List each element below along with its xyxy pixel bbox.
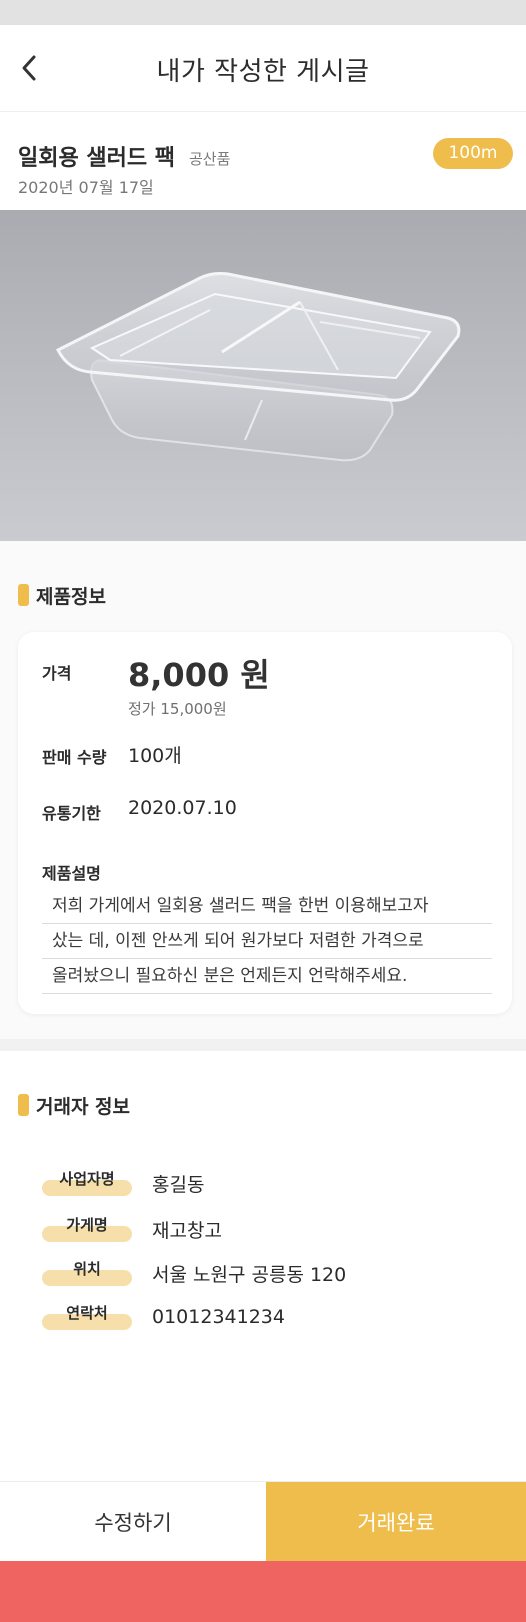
section-title: 제품정보 (36, 585, 106, 608)
seller-value: 재고창고 (152, 1219, 222, 1242)
salad-container-image (55, 272, 461, 462)
post-title: 일회용 샐러드 팩 (18, 146, 175, 171)
section-title: 거래자 정보 (36, 1095, 131, 1118)
seller-value: 홍길동 (152, 1173, 205, 1196)
quantity-label: 판매 수량 (42, 748, 107, 767)
description-line: 올려놨으니 필요하신 분은 언제든지 언락해주세요. (42, 959, 492, 994)
post-header: 일회용 샐러드 팩 공산품 2020년 07월 17일 100m (0, 112, 526, 210)
seller-label: 사업자명 (42, 1168, 132, 1198)
description-label: 제품설명 (42, 864, 101, 883)
seller-row-business-name: 사업자명 홍길동 (42, 1168, 204, 1198)
expiry-label: 유통기한 (42, 804, 101, 823)
original-price: 정가 15,000원 (128, 700, 227, 718)
price-label: 가격 (42, 664, 72, 683)
expiry-value: 2020.07.10 (128, 797, 237, 819)
seller-row-store-name: 가게명 재고창고 (42, 1214, 222, 1244)
description-line: 샀는 데, 이젠 안쓰게 되어 원가보다 저렴한 가격으로 (42, 924, 492, 959)
complete-trade-button[interactable]: 거래완료 (266, 1482, 526, 1562)
price-value: 8,000 원 (128, 656, 270, 694)
seller-label: 가게명 (42, 1214, 132, 1244)
section-divider (0, 1039, 526, 1051)
edit-button[interactable]: 수정하기 (0, 1482, 266, 1562)
product-info-card: 가격 8,000 원 정가 15,000원 판매 수량 100개 유통기한 20… (18, 632, 512, 1014)
seller-value: 서울 노원구 공릉동 120 (152, 1263, 347, 1286)
post-category: 공산품 (189, 150, 231, 168)
section-marker (18, 1094, 29, 1116)
bottom-strip (0, 1561, 526, 1622)
bottom-action-bar: 수정하기 거래완료 (0, 1481, 526, 1562)
seller-label: 위치 (42, 1258, 132, 1288)
distance-badge: 100m (433, 138, 513, 169)
page: 내가 작성한 게시글 일회용 샐러드 팩 공산품 2020년 07월 17일 1… (0, 0, 526, 1622)
product-image[interactable] (0, 210, 526, 541)
quantity-value: 100개 (128, 745, 182, 767)
seller-label: 연락처 (42, 1302, 132, 1332)
seller-row-contact: 연락처 01012341234 (42, 1302, 285, 1332)
status-bar (0, 0, 526, 25)
top-app-bar: 내가 작성한 게시글 (0, 25, 526, 112)
post-date: 2020년 07월 17일 (18, 178, 154, 197)
seller-info-header: 거래자 정보 (18, 1093, 131, 1118)
seller-value: 01012341234 (152, 1306, 285, 1328)
description-line: 저희 가게에서 일회용 샐러드 팩을 한번 이용해보고자 (42, 889, 492, 924)
section-marker (18, 584, 29, 606)
seller-row-location: 위치 서울 노원구 공릉동 120 (42, 1258, 346, 1288)
page-title: 내가 작성한 게시글 (156, 57, 370, 87)
product-info-header: 제품정보 (18, 583, 106, 608)
